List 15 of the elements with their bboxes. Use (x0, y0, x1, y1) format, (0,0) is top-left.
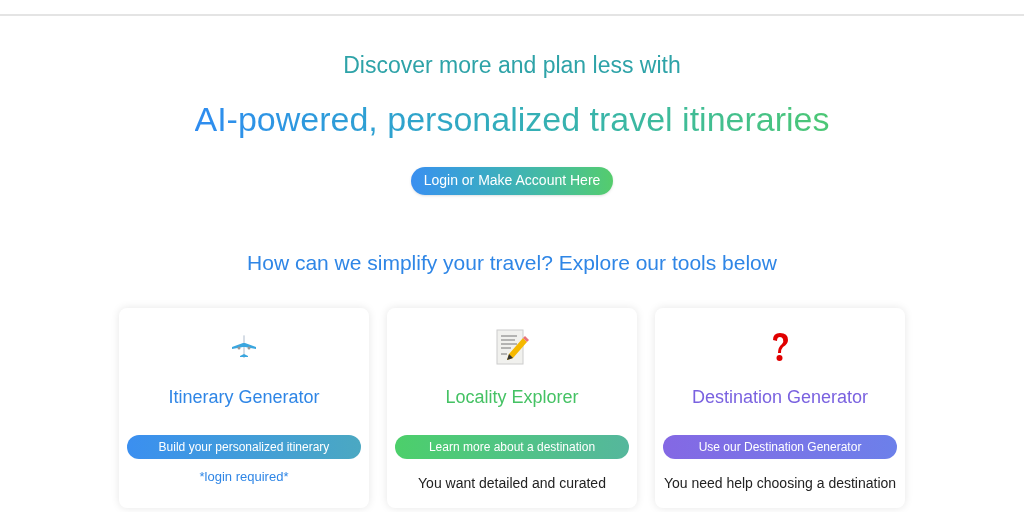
tool-button[interactable]: Use our Destination Generator (663, 435, 897, 459)
tools-heading: How can we simplify your travel? Explore our tools below (247, 249, 777, 276)
tool-description: You need help choosing a destination (663, 474, 897, 493)
tool-button[interactable]: Learn more about a destination (395, 435, 629, 459)
login-required-note: *login required* (199, 468, 289, 486)
hero-subtitle: Discover more and plan less with (343, 51, 681, 80)
notepad-pencil-icon (495, 328, 529, 366)
tool-title: Destination Generator (691, 386, 869, 409)
login-button[interactable]: Login or Make Account Here (410, 166, 614, 195)
tool-description: You want detailed and curated (418, 474, 606, 493)
tool-button[interactable]: Build your personalized itinerary (127, 435, 361, 459)
tool-title: Itinerary Generator (168, 386, 320, 409)
airplane-icon (231, 334, 257, 360)
question-mark-icon (771, 332, 789, 362)
tool-title: Locality Explorer (445, 386, 579, 409)
